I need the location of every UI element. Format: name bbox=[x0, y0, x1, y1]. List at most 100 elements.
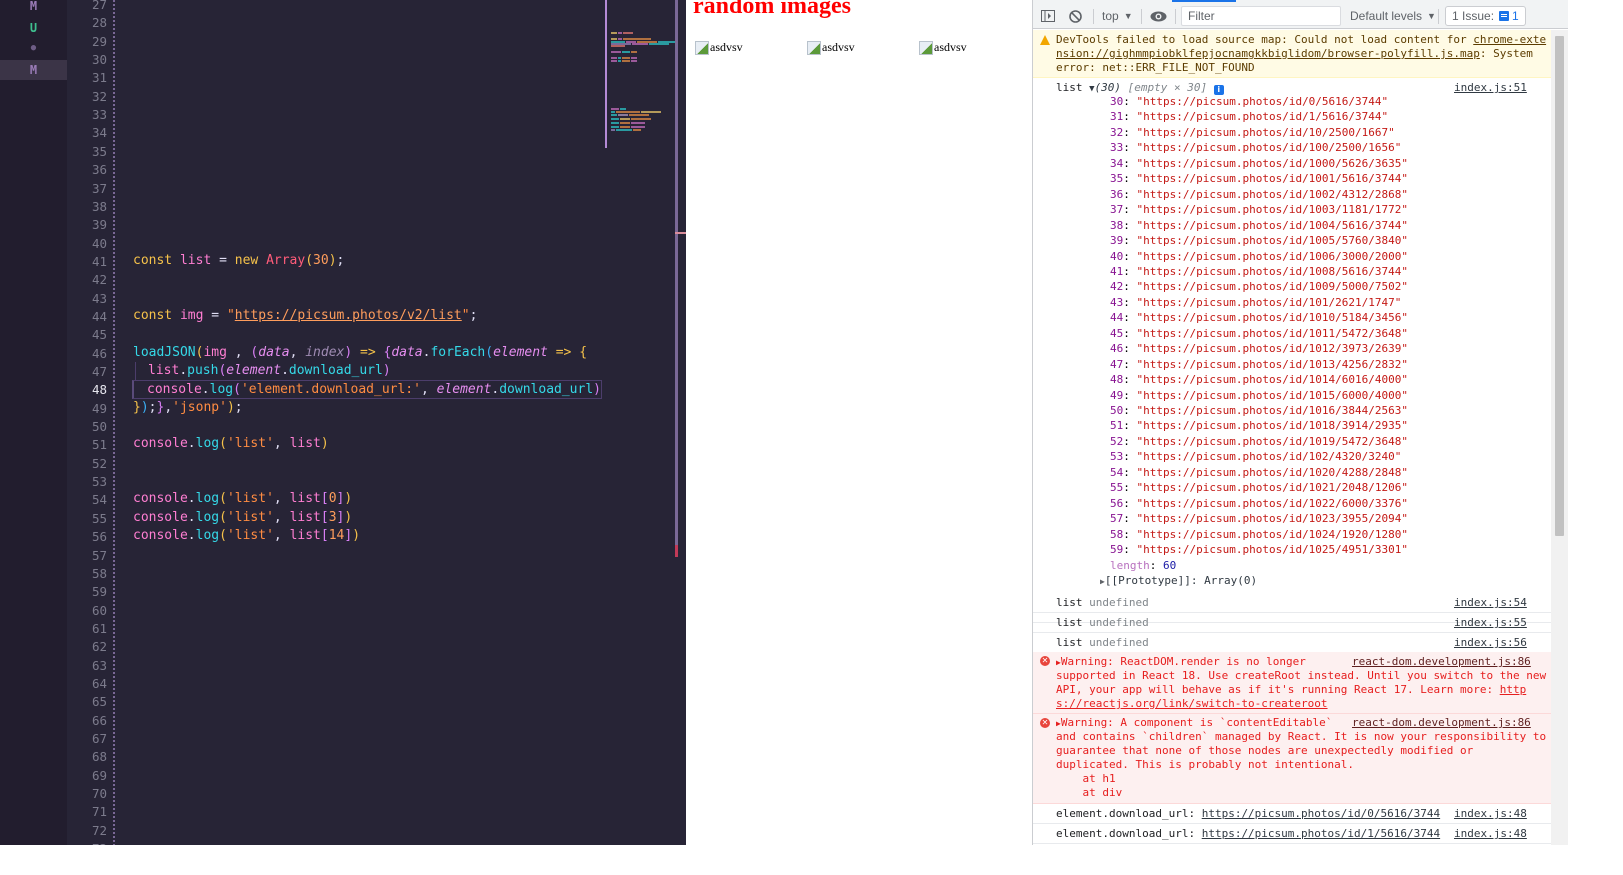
indent-guide bbox=[113, 0, 115, 875]
minimap-token bbox=[631, 60, 637, 62]
source-link[interactable]: index.js:54 bbox=[1454, 596, 1527, 610]
minimap-token bbox=[631, 57, 637, 59]
code-line-47[interactable]: list.push(element.download_url) bbox=[133, 362, 391, 380]
react-docs-link[interactable]: s://reactjs.org/link/switch-to-createroo… bbox=[1056, 697, 1328, 711]
console-warning-message: DevTools failed to load source map: Coul… bbox=[1033, 30, 1611, 78]
list-entry: 44: "https://picsum.photos/id/1010/5184/… bbox=[1110, 311, 1409, 325]
code-line-51[interactable]: console.log('list', list) bbox=[133, 435, 329, 453]
code-editor[interactable]: const list = new Array(30); const img = … bbox=[115, 0, 605, 875]
line-number: 33 bbox=[91, 107, 107, 123]
list-entry: 35: "https://picsum.photos/id/1001/5616/… bbox=[1110, 172, 1409, 186]
toolbar-divider bbox=[1141, 9, 1142, 24]
minimap-token bbox=[611, 118, 619, 120]
react-docs-link[interactable]: http bbox=[1500, 683, 1527, 696]
broken-image-icon bbox=[807, 40, 821, 55]
list-entry: 53: "https://picsum.photos/id/102/4320/3… bbox=[1110, 450, 1402, 464]
minimap-token bbox=[631, 118, 651, 120]
minimap-token bbox=[611, 114, 617, 116]
minimap-token bbox=[620, 126, 630, 128]
git-untracked-badge[interactable]: U bbox=[0, 18, 67, 38]
page-heading[interactable]: random images bbox=[693, 0, 851, 20]
source-link[interactable]: index.js:51 bbox=[1454, 81, 1527, 95]
list-entry: 48: "https://picsum.photos/id/1014/6016/… bbox=[1110, 373, 1409, 387]
list-entry: 58: "https://picsum.photos/id/1024/1920/… bbox=[1110, 527, 1409, 541]
code-line-46[interactable]: loadJSON(img , (data, index) => {data.fo… bbox=[133, 344, 587, 362]
code-line-55[interactable]: console.log('list', list[3]) bbox=[133, 509, 352, 527]
line-number: 65 bbox=[91, 694, 107, 710]
minimap-token bbox=[616, 129, 632, 131]
issue-icon bbox=[1499, 11, 1510, 21]
warning-icon bbox=[1040, 35, 1050, 45]
code-line-49[interactable]: });},'jsonp'); bbox=[133, 399, 243, 417]
list-entry: 51: "https://picsum.photos/id/1018/3914/… bbox=[1110, 419, 1409, 433]
toolbar-divider bbox=[1175, 9, 1176, 24]
url-link[interactable]: https://picsum.photos/v2/list bbox=[235, 308, 462, 323]
list-log-header[interactable]: list ▼(30) [empty × 30] i bbox=[1056, 81, 1224, 96]
minimap-token bbox=[620, 108, 626, 110]
live-expression-button[interactable] bbox=[1150, 3, 1167, 29]
code-line-54[interactable]: console.log('list', list[0]) bbox=[133, 490, 352, 508]
list-entry: 33: "https://picsum.photos/id/100/2500/1… bbox=[1110, 141, 1402, 155]
browser-page: random images asdvsv asdvsv asdvsv bbox=[686, 0, 1032, 875]
list-entry: 57: "https://picsum.photos/id/1023/3955/… bbox=[1110, 512, 1409, 526]
console-error-message: ✕ ▶Warning: A component is `contentEdita… bbox=[1033, 714, 1611, 804]
console-filter-input[interactable] bbox=[1181, 6, 1341, 26]
minimap-token bbox=[618, 60, 621, 62]
code-line-56[interactable]: console.log('list', list[14]) bbox=[133, 527, 360, 545]
info-icon[interactable]: i bbox=[1213, 85, 1224, 95]
scrollbar-error-marker bbox=[675, 545, 678, 557]
toolbar-divider bbox=[1438, 9, 1439, 24]
minimap-token bbox=[649, 43, 669, 45]
git-dot-badge[interactable]: ● bbox=[0, 38, 67, 58]
source-map-link[interactable]: chrome-exte bbox=[1473, 33, 1546, 46]
console-tab-indicator[interactable] bbox=[1172, 0, 1236, 2]
code-line-44[interactable]: const img = "https://picsum.photos/v2/li… bbox=[133, 307, 477, 325]
toggle-sidebar-button[interactable] bbox=[1041, 3, 1055, 29]
list-prototype[interactable]: ▶[[Prototype]]: Array(0) bbox=[1100, 574, 1257, 589]
download-url-link[interactable]: https://picsum.photos/id/0/5616/3744 bbox=[1202, 807, 1440, 820]
console-list-log: list ▼(30) [empty × 30] i index.js:51 30… bbox=[1033, 78, 1611, 623]
source-link[interactable]: react-dom.development.js:86 bbox=[1352, 716, 1531, 730]
minimap-token bbox=[618, 114, 628, 116]
list-entry: 45: "https://picsum.photos/id/1011/5472/… bbox=[1110, 326, 1409, 340]
console-scrollbar-thumb[interactable] bbox=[1555, 36, 1564, 536]
download-url-link[interactable]: https://picsum.photos/id/1/5616/3744 bbox=[1202, 827, 1440, 840]
line-number: 51 bbox=[91, 437, 107, 453]
source-link[interactable]: react-dom.development.js:86 bbox=[1352, 655, 1531, 669]
minimap-slider[interactable] bbox=[605, 0, 607, 148]
editor-scrollbar-thumb[interactable] bbox=[675, 0, 678, 555]
minimap-token bbox=[631, 51, 637, 53]
error-icon: ✕ bbox=[1040, 656, 1050, 666]
minimap-token bbox=[623, 38, 651, 40]
source-link[interactable]: index.js:48 bbox=[1454, 807, 1527, 821]
source-link[interactable]: index.js:56 bbox=[1454, 636, 1527, 650]
minimap-token bbox=[611, 122, 619, 124]
minimap[interactable] bbox=[605, 0, 678, 875]
toolbar-divider bbox=[1093, 9, 1094, 24]
clear-console-button[interactable] bbox=[1069, 3, 1082, 29]
git-modified-badge[interactable]: M bbox=[0, 0, 67, 16]
code-line-48-current[interactable]: console.log('element.download_url:', ele… bbox=[132, 380, 602, 399]
line-number: 72 bbox=[91, 822, 107, 838]
console-log-message: element.download_url: https://picsum.pho… bbox=[1033, 804, 1611, 824]
list-entry: 37: "https://picsum.photos/id/1003/1181/… bbox=[1110, 203, 1409, 217]
line-number: 62 bbox=[91, 639, 107, 655]
source-link[interactable]: index.js:55 bbox=[1454, 616, 1527, 630]
git-modified-badge-selected[interactable]: M bbox=[0, 60, 67, 80]
list-entry: 30: "https://picsum.photos/id/0/5616/374… bbox=[1110, 95, 1389, 108]
log-levels-dropdown[interactable]: Default levels ▼ bbox=[1350, 3, 1436, 29]
source-link[interactable]: index.js:48 bbox=[1454, 827, 1527, 841]
line-number: 53 bbox=[91, 474, 107, 490]
code-line-41[interactable]: const list = new Array(30); bbox=[133, 252, 344, 270]
minimap-token bbox=[633, 129, 641, 131]
line-number: 57 bbox=[91, 547, 107, 563]
source-map-link[interactable]: nsion://gighmmpiobklfepjocnamgkkbiglidom… bbox=[1056, 47, 1480, 60]
minimap-token bbox=[629, 114, 649, 116]
line-number: 54 bbox=[91, 492, 107, 508]
broken-image: asdvsv bbox=[695, 40, 743, 55]
context-selector[interactable]: top ▼ bbox=[1102, 3, 1133, 29]
line-number: 35 bbox=[91, 143, 107, 159]
list-entry: 36: "https://picsum.photos/id/1002/4312/… bbox=[1110, 187, 1409, 201]
minimap-token bbox=[611, 60, 617, 62]
issues-button[interactable]: 1 Issue: 1 bbox=[1445, 6, 1526, 26]
